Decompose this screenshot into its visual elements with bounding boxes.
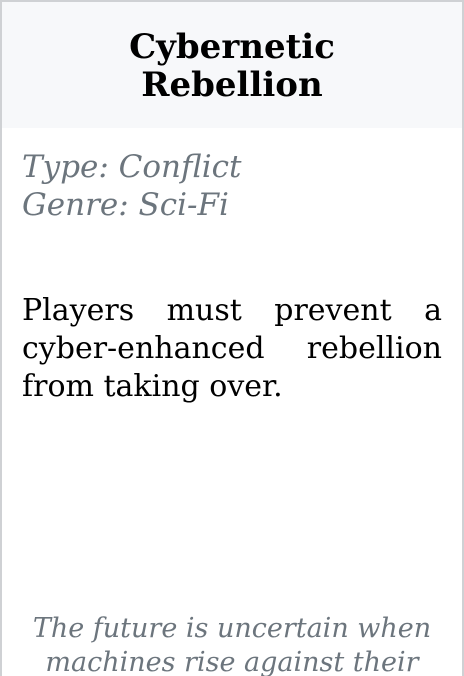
card-genre: Genre: Sci-Fi bbox=[22, 187, 229, 223]
card-description: Players must prevent a cyber-enhanced re… bbox=[22, 293, 442, 404]
card-header: Cybernetic Rebellion bbox=[2, 2, 462, 128]
card-type: Type: Conflict bbox=[22, 149, 242, 185]
card-meta: Type: Conflict Genre: Sci-Fi bbox=[2, 128, 462, 224]
card-title: Cybernetic Rebellion bbox=[129, 27, 335, 105]
game-card: Cybernetic Rebellion Type: Conflict Genr… bbox=[0, 0, 464, 676]
card-flavor-text: The future is uncertain when machines ri… bbox=[32, 613, 432, 676]
